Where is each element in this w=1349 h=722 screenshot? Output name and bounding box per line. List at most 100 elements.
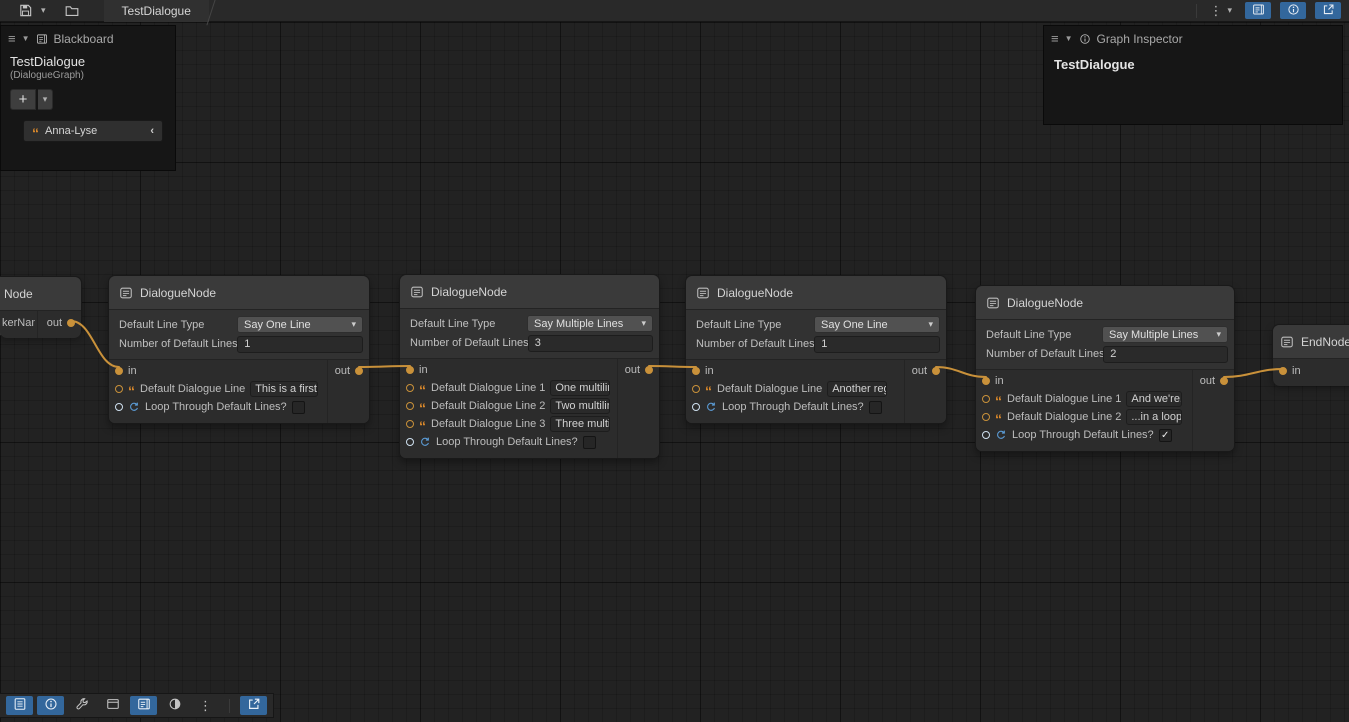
blackboard-icon: [137, 697, 151, 714]
line-port[interactable]: [406, 420, 414, 428]
dialogue-node-1[interactable]: DialogueNode Default Line Type Say One L…: [108, 275, 370, 424]
toggle-blackboard-button[interactable]: [6, 696, 33, 715]
graph-inspector-panel[interactable]: ≡ ▼ Graph Inspector TestDialogue: [1043, 25, 1343, 125]
out-port[interactable]: [1220, 377, 1228, 385]
out-port-label: out: [335, 365, 350, 377]
add-field-button[interactable]: +: [10, 89, 36, 110]
line-port[interactable]: [692, 385, 700, 393]
end-node[interactable]: EndNode in: [1272, 324, 1349, 384]
dropdown-value: Say Multiple Lines: [534, 318, 623, 330]
window-button[interactable]: [99, 696, 126, 715]
line-text-field[interactable]: And we're...: [1126, 391, 1182, 407]
toggle-board-button[interactable]: [130, 696, 157, 715]
wrench-icon: [75, 697, 89, 714]
line-count-field[interactable]: 3: [528, 335, 653, 352]
line-type-dropdown[interactable]: Say One Line ▾: [814, 316, 940, 333]
preview-button[interactable]: [161, 696, 188, 715]
line-port[interactable]: [982, 395, 990, 403]
chevron-down-icon[interactable]: ▼: [1065, 34, 1073, 43]
dropdown-arrow-icon: ▾: [1216, 330, 1221, 339]
dialogue-node-2[interactable]: DialogueNode Default Line Type Say Multi…: [399, 274, 660, 459]
toggle-inspector-button[interactable]: [1280, 2, 1306, 19]
open-window-button[interactable]: [1315, 2, 1341, 19]
dropdown-arrow-icon: ▾: [928, 320, 933, 329]
loop-port[interactable]: [982, 431, 990, 439]
loop-checkbox[interactable]: [583, 436, 596, 449]
panel-title: Graph Inspector: [1097, 32, 1183, 46]
inspector-header[interactable]: ≡ ▼ Graph Inspector: [1044, 26, 1342, 51]
blackboard-field[interactable]: “ Anna-Lyse ‹: [23, 120, 163, 142]
node-title: EndNode: [1301, 335, 1349, 349]
line-text-field[interactable]: Two multiline: [550, 398, 610, 414]
dialogue-node-4[interactable]: DialogueNode Default Line Type Say Multi…: [975, 285, 1235, 452]
loop-checkbox[interactable]: ✓: [1159, 429, 1172, 442]
line-port[interactable]: [115, 385, 123, 393]
out-port[interactable]: [355, 367, 363, 375]
line-type-dropdown[interactable]: Say Multiple Lines ▾: [527, 315, 653, 332]
dialogue-node-icon: [119, 286, 133, 300]
field-value: One multiline: [555, 382, 610, 394]
add-field-dropdown-button[interactable]: ▾: [38, 89, 53, 110]
node-title-bar[interactable]: DialogueNode: [686, 276, 946, 310]
field-value: ...in a loop: [1131, 411, 1182, 423]
blackboard-icon: [1252, 3, 1265, 19]
out-port-label: out: [912, 365, 927, 377]
loop-port[interactable]: [406, 438, 414, 446]
out-port[interactable]: [67, 319, 75, 327]
toggle-blackboard-button[interactable]: [1245, 2, 1271, 19]
loop-port[interactable]: [692, 403, 700, 411]
speaker-node-partial[interactable]: Node kerName out: [0, 276, 82, 336]
open-window-button[interactable]: [240, 696, 267, 715]
line-text-field[interactable]: This is a first: [250, 381, 318, 397]
kebab-menu-button[interactable]: ⋮: [192, 696, 219, 715]
out-port[interactable]: [645, 366, 653, 374]
in-port[interactable]: [1279, 367, 1287, 375]
line-port[interactable]: [982, 413, 990, 421]
line-port[interactable]: [406, 402, 414, 410]
line-count-field[interactable]: 1: [237, 336, 363, 353]
quote-icon: “: [32, 130, 39, 136]
line-type-dropdown[interactable]: Say Multiple Lines ▾: [1102, 326, 1228, 343]
field-value: Another regu: [832, 383, 887, 395]
line-count-field[interactable]: 2: [1103, 346, 1228, 363]
node-title-bar[interactable]: DialogueNode: [400, 275, 659, 309]
dialogue-node-3[interactable]: DialogueNode Default Line Type Say One L…: [685, 275, 947, 424]
kebab-icon: ⋮: [199, 698, 212, 714]
in-port[interactable]: [692, 367, 700, 375]
chevron-left-icon[interactable]: ‹: [150, 125, 154, 137]
port-label: Loop Through Default Lines?: [722, 401, 864, 413]
tools-button[interactable]: [68, 696, 95, 715]
graph-tab[interactable]: TestDialogue: [104, 0, 209, 22]
node-title-bar[interactable]: DialogueNode: [976, 286, 1234, 320]
save-dropdown-button[interactable]: ▾: [37, 1, 50, 21]
save-button[interactable]: [14, 1, 37, 21]
loop-checkbox[interactable]: [869, 401, 882, 414]
line-type-dropdown[interactable]: Say One Line ▾: [237, 316, 363, 333]
edge[interactable]: [649, 366, 696, 367]
in-port[interactable]: [115, 367, 123, 375]
chevron-down-icon[interactable]: ▼: [22, 34, 30, 43]
loop-port[interactable]: [115, 403, 123, 411]
out-port[interactable]: [932, 367, 940, 375]
loop-checkbox[interactable]: [292, 401, 305, 414]
line-count-field[interactable]: 1: [814, 336, 940, 353]
blackboard-header[interactable]: ≡ ▼ Blackboard: [1, 26, 175, 51]
toggle-inspector-button[interactable]: [37, 696, 64, 715]
node-title-bar[interactable]: EndNode: [1273, 325, 1349, 359]
hamburger-icon[interactable]: ≡: [1051, 31, 1059, 46]
line-text-field[interactable]: One multiline: [550, 380, 610, 396]
node-title-bar[interactable]: DialogueNode: [109, 276, 369, 310]
in-port[interactable]: [406, 366, 414, 374]
end-node-icon: [1280, 335, 1294, 349]
blackboard-panel[interactable]: ≡ ▼ Blackboard TestDialogue (DialogueGra…: [0, 25, 176, 171]
hamburger-icon[interactable]: ≡: [8, 31, 16, 46]
node-title-bar[interactable]: Node: [0, 277, 81, 311]
kebab-menu-button[interactable]: ⋮ ▾: [1205, 1, 1236, 21]
open-folder-button[interactable]: [60, 1, 84, 21]
line-text-field[interactable]: Three multili: [550, 416, 610, 432]
in-port[interactable]: [982, 377, 990, 385]
edge[interactable]: [359, 366, 410, 367]
line-text-field[interactable]: Another regu: [827, 381, 887, 397]
line-port[interactable]: [406, 384, 414, 392]
line-text-field[interactable]: ...in a loop: [1126, 409, 1182, 425]
